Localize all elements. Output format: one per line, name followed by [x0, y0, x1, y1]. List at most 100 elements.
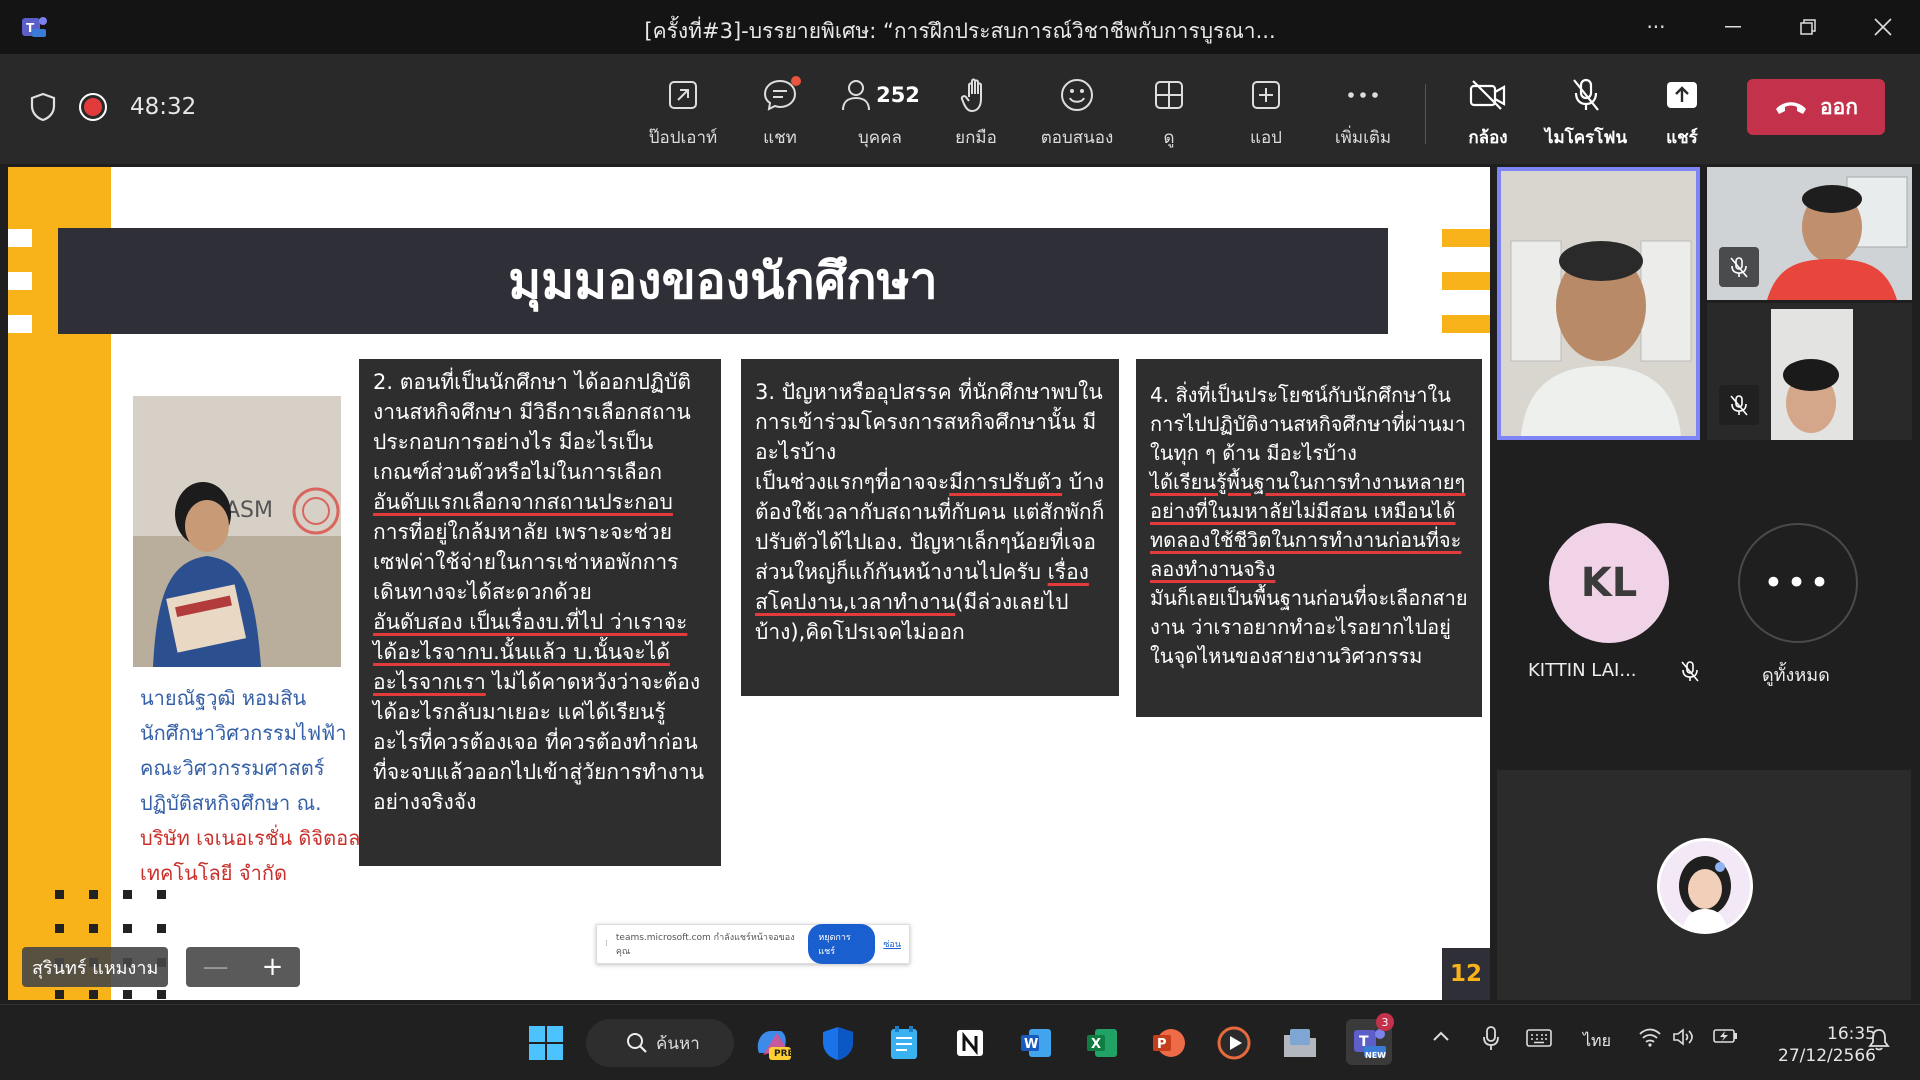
zoom-in-button[interactable]: + — [262, 952, 284, 982]
view-button[interactable]: ดู — [1124, 72, 1214, 151]
clock-date: 27/12/2566 — [1778, 1046, 1876, 1066]
chat-button[interactable]: แชท — [735, 72, 825, 151]
student-internship: ปฏิบัติสหกิจศึกษา ณ. — [140, 791, 322, 815]
view-all-participants-button[interactable]: ••• — [1738, 523, 1858, 643]
share-button[interactable]: แชร์ — [1637, 72, 1727, 151]
svg-text:W: W — [1024, 1037, 1038, 1052]
answer-text: เป็นช่วงแรกๆที่อาจจะ — [755, 470, 950, 494]
start-button[interactable] — [526, 1023, 566, 1063]
more-button[interactable]: เพิ่มเติม — [1317, 72, 1409, 151]
show-hidden-icons[interactable] — [1432, 1027, 1450, 1046]
popout-icon — [669, 81, 697, 109]
chat-unread-dot — [791, 76, 801, 86]
leave-button[interactable]: ออก — [1747, 79, 1885, 135]
notepad-app[interactable] — [884, 1023, 924, 1063]
svg-text:X: X — [1091, 1037, 1101, 1052]
input-language[interactable]: ไทย — [1583, 1029, 1611, 1054]
participant-name-kl: KITTIN LAI... — [1528, 660, 1700, 682]
wifi-icon — [1639, 1028, 1661, 1047]
system-clock[interactable]: 16:35 27/12/2566 — [1760, 1023, 1876, 1067]
notification-center[interactable] — [1868, 1027, 1890, 1055]
touch-keyboard[interactable] — [1526, 1029, 1552, 1051]
media-player-app[interactable] — [1214, 1023, 1254, 1063]
copilot-badge: PRE — [774, 1049, 794, 1059]
shield-icon[interactable] — [30, 92, 56, 122]
minimize-icon — [1725, 26, 1741, 28]
toolbar-divider — [1425, 84, 1426, 144]
restore-button[interactable] — [1788, 10, 1828, 44]
defender-app[interactable] — [818, 1023, 858, 1063]
participant-mic-off — [1719, 247, 1759, 287]
share-notice-text: teams.microsoft.com กำลังแชร์หน้าจอของคุ… — [615, 933, 795, 957]
network-status[interactable] — [1638, 1027, 1662, 1051]
photo-sign-text: ASM — [225, 498, 273, 523]
raise-hand-button[interactable]: ยกมือ — [931, 72, 1021, 151]
slide-notch — [8, 229, 32, 247]
slide-accent-stripe — [1442, 272, 1490, 290]
word-app[interactable]: W — [1016, 1023, 1056, 1063]
react-button[interactable]: ตอบสนอง — [1027, 72, 1127, 151]
presenter-name-tag: สุรินทร์ แหมงาม — [22, 947, 169, 987]
answer-highlight: มีการปรับตัว — [949, 470, 1063, 494]
play-icon — [1217, 1026, 1251, 1060]
drag-handle-icon[interactable]: ⁞ — [605, 939, 608, 949]
participant-avatar-kl[interactable]: KL — [1549, 523, 1669, 643]
people-button[interactable]: 252 บุคคล — [832, 72, 928, 151]
participant-tile-2[interactable] — [1707, 167, 1912, 300]
windows-logo-icon — [529, 1026, 563, 1060]
minimize-button[interactable] — [1713, 10, 1753, 44]
notion-icon — [955, 1028, 985, 1058]
people-icon — [842, 80, 871, 111]
apps-label: แอป — [1250, 128, 1282, 148]
speaker-icon — [1673, 1028, 1693, 1046]
popout-button[interactable]: ป๊อปเอาท์ — [638, 72, 728, 151]
clock-time: 16:35 — [1827, 1024, 1876, 1044]
battery-charging-icon — [1713, 1029, 1737, 1043]
share-screen-icon — [1667, 82, 1697, 108]
participant-video — [1501, 171, 1696, 436]
people-label: บุคคล — [858, 128, 902, 148]
answer-text: 4. สิ่งที่เป็นประโยชน์กับนักศึกษาในการไป… — [1150, 383, 1466, 465]
answer-text: 3. ปัญหาหรืออุปสรรค ที่นักศึกษาพบในการเข… — [755, 380, 1103, 464]
windows-taskbar: ค้นหา PRE W X P T NEW 3 ไทย 16:35 27/12/… — [0, 1004, 1920, 1080]
battery-status[interactable] — [1713, 1027, 1739, 1049]
folder-icon — [1284, 1029, 1316, 1057]
copilot-app[interactable]: PRE — [752, 1023, 794, 1063]
slide-notch — [8, 315, 32, 333]
powerpoint-app[interactable]: P — [1148, 1023, 1188, 1063]
title-bar: T [ครั้งที่#3]-บรรยายพิเศษ: “การฝึกประสบ… — [0, 0, 1920, 54]
search-icon — [627, 1033, 647, 1053]
hide-notice-link[interactable]: ซ่อน — [883, 937, 901, 951]
close-button[interactable] — [1863, 10, 1903, 44]
stop-sharing-button[interactable]: หยุดการแชร์ — [808, 924, 876, 964]
participant-tile-speaker[interactable] — [1497, 167, 1700, 440]
window-title: [ครั้งที่#3]-บรรยายพิเศษ: “การฝึกประสบกา… — [644, 19, 1276, 43]
tray-mic[interactable] — [1482, 1025, 1500, 1055]
answer-highlight: ได้เรียนรู้พื้นฐานในการทำงานหลายๆอย่างที… — [1150, 470, 1466, 581]
leave-label: ออก — [1820, 94, 1858, 119]
add-app-icon — [1252, 81, 1280, 109]
taskbar-search[interactable]: ค้นหา — [586, 1019, 734, 1067]
slide-accent-stripe — [1442, 229, 1490, 247]
mic-label: ไมโครโฟน — [1544, 128, 1628, 148]
search-label: ค้นหา — [656, 1033, 700, 1054]
teams-app[interactable]: T NEW 3 — [1346, 1013, 1394, 1065]
explorer-app[interactable] — [1280, 1023, 1320, 1063]
meeting-timer: 48:32 — [130, 94, 197, 120]
notion-app[interactable] — [950, 1023, 990, 1063]
camera-button[interactable]: กล้อง — [1443, 72, 1533, 151]
self-avatar[interactable] — [1657, 838, 1753, 934]
excel-app[interactable]: X — [1082, 1023, 1122, 1063]
volume-status[interactable] — [1672, 1027, 1694, 1051]
mic-off-icon — [1730, 395, 1748, 416]
microphone-icon — [1483, 1026, 1499, 1050]
student-major: นักศึกษาวิศวกรรมไฟฟ้า — [140, 721, 347, 745]
window-more-button[interactable]: ··· — [1636, 10, 1676, 44]
zoom-out-button[interactable]: — — [203, 952, 229, 982]
keyboard-icon — [1526, 1029, 1552, 1047]
view-label: ดู — [1163, 128, 1175, 148]
apps-button[interactable]: แอป — [1221, 72, 1311, 151]
student-company-2: เทคโนโลยี จำกัด — [140, 861, 287, 885]
participant-tile-3[interactable] — [1707, 303, 1912, 440]
mic-button[interactable]: ไมโครโฟน — [1538, 72, 1634, 151]
